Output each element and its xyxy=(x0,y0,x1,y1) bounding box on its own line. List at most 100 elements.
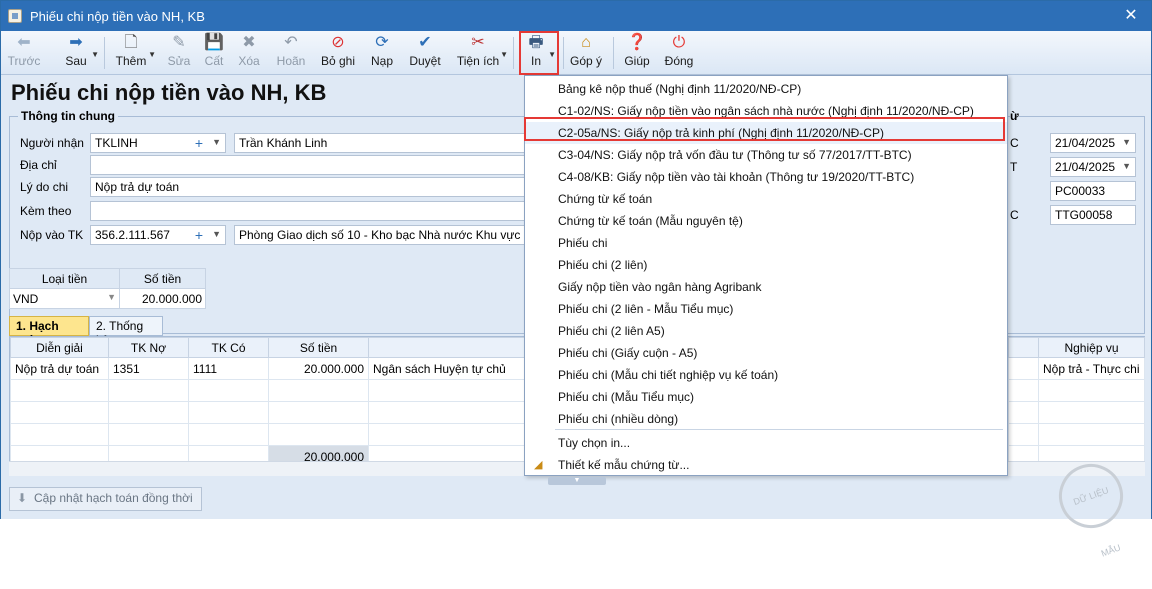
help-button[interactable]: ❓ Giúp xyxy=(623,34,651,74)
edit-icon: ✎ xyxy=(172,34,186,51)
currency-header: Loại tiền xyxy=(9,268,120,289)
close-window-icon[interactable]: ✕ xyxy=(1121,6,1141,26)
address-label: Địa chỉ xyxy=(20,158,57,172)
currency-cell[interactable]: VND ▼ xyxy=(9,288,120,309)
tab-accounting[interactable]: 1. Hạch toán xyxy=(9,316,89,347)
toolbar-separator xyxy=(563,37,564,69)
chevron-down-icon[interactable]: ▼ xyxy=(500,50,508,59)
menu-item[interactable]: Phiếu chi (nhiều dòng) xyxy=(525,408,1007,430)
column-header[interactable]: TK Nợ xyxy=(108,337,189,358)
reason-field[interactable]: Nộp trả dự toán xyxy=(90,177,530,197)
voucher-number-field[interactable]: PC00033 xyxy=(1050,181,1136,201)
feedback-button[interactable]: ⌂ Góp ý xyxy=(569,34,603,74)
chevron-down-icon[interactable]: ▼ xyxy=(148,50,156,59)
app-icon xyxy=(8,9,22,23)
menu-item[interactable]: Phiếu chi xyxy=(525,232,1007,254)
attach-label: Kèm theo xyxy=(20,204,72,218)
menu-item-print-options[interactable]: Tùy chọn in... xyxy=(525,432,1007,454)
attach-field[interactable] xyxy=(90,201,530,221)
save-button[interactable]: 💾 Cất xyxy=(201,34,227,74)
toolbar-separator xyxy=(104,37,105,69)
blank-cell[interactable] xyxy=(1008,357,1039,380)
menu-item[interactable]: Bảng kê nộp thuế (Nghị định 11/2020/NĐ-C… xyxy=(525,78,1007,100)
checkmark-icon: ✔ xyxy=(418,34,432,51)
delete-button[interactable]: ✖ Xóa xyxy=(236,34,262,74)
feedback-icon: ⌂ xyxy=(581,34,591,51)
toolbar-separator xyxy=(513,37,514,69)
menu-item[interactable]: Phiếu chi (2 liên A5) xyxy=(525,320,1007,342)
update-icon: ⬇ xyxy=(17,491,28,505)
debit-cell[interactable]: 1351 xyxy=(108,357,189,380)
menu-item[interactable]: C4-08/KB: Giấy nộp tiền vào tài khoản (T… xyxy=(525,166,1007,188)
amount-cell[interactable]: 20.000.000 xyxy=(119,288,206,309)
menu-item[interactable]: Phiếu chi (2 liên) xyxy=(525,254,1007,276)
column-header[interactable]: Diễn giải xyxy=(10,337,109,358)
chevron-down-icon[interactable]: ▼ xyxy=(1122,161,1131,171)
refresh-icon: ⟳ xyxy=(375,34,389,51)
prev-button[interactable]: ⬅ Trước xyxy=(7,34,41,74)
add-button[interactable]: 🗋 Thêm ▼ xyxy=(114,34,156,74)
next-button[interactable]: ➡ Sau ▼ xyxy=(61,34,99,74)
business-cell[interactable]: Nộp trả - Thực chi xyxy=(1038,357,1145,380)
help-icon: ❓ xyxy=(627,34,647,51)
menu-item-template-design[interactable]: ◢ Thiết kế mẫu chứng từ... xyxy=(525,454,1007,476)
power-icon: ⏻ xyxy=(672,34,686,51)
window-title: Phiếu chi nộp tiền vào NH, KB xyxy=(30,8,205,24)
receiver-row: Người nhận TKLINH + ▼ Trần Khánh Linh xyxy=(20,133,540,153)
right-label-2: T xyxy=(1010,160,1018,174)
account-combo[interactable]: 356.2.111.567 + ▼ xyxy=(90,225,226,245)
menu-item[interactable]: C3-04/NS: Giấy nộp trả vốn đầu tư (Thông… xyxy=(525,144,1007,166)
page-title: Phiếu chi nộp tiền vào NH, KB xyxy=(11,80,327,105)
menu-item[interactable]: Giấy nộp tiền vào ngân hàng Agribank xyxy=(525,276,1007,298)
amount-header: Số tiền xyxy=(119,268,206,289)
receiver-name-field[interactable]: Trần Khánh Linh xyxy=(234,133,530,153)
undo-button[interactable]: ↶ Hoãn xyxy=(274,34,308,74)
column-header[interactable] xyxy=(1008,337,1039,358)
account-label: Nộp vào TK xyxy=(20,228,84,242)
column-header[interactable]: Nghiệp vụ xyxy=(1038,337,1145,358)
right-label-4: C xyxy=(1010,208,1019,222)
address-field[interactable] xyxy=(90,155,530,175)
bank-field[interactable]: Phòng Giao dịch số 10 - Kho bạc Nhà nước… xyxy=(234,225,530,245)
receiver-code-combo[interactable]: TKLINH + ▼ xyxy=(90,133,226,153)
menu-item[interactable]: Chứng từ kế toán xyxy=(525,188,1007,210)
chevron-down-icon[interactable]: ▼ xyxy=(212,137,221,147)
menu-item[interactable]: Chứng từ kế toán (Mẫu nguyên tệ) xyxy=(525,210,1007,232)
reason-row: Lý do chi Nộp trả dự toán xyxy=(20,177,540,197)
amount-cell[interactable]: 20.000.000 xyxy=(268,357,369,380)
approve-button[interactable]: ✔ Duyệt xyxy=(407,34,443,74)
design-icon: ◢ xyxy=(534,459,543,471)
plus-icon[interactable]: + xyxy=(195,135,203,151)
close-button[interactable]: ⏻ Đóng xyxy=(663,34,695,74)
plus-icon[interactable]: + xyxy=(195,227,203,243)
menu-item[interactable]: Phiếu chi (Giấy cuộn - A5) xyxy=(525,342,1007,364)
credit-cell[interactable]: 1111 xyxy=(188,357,269,380)
menu-item[interactable]: Phiếu chi (Mẫu Tiểu mục) xyxy=(525,386,1007,408)
unpost-button[interactable]: ⊘ Bỏ ghi xyxy=(319,34,357,74)
chevron-down-icon[interactable]: ▼ xyxy=(212,229,221,239)
tab-statistics[interactable]: 2. Thống kê xyxy=(89,316,163,347)
chevron-down-icon[interactable]: ▼ xyxy=(107,292,116,302)
desc-cell[interactable]: Nộp trả dự toán xyxy=(10,357,109,380)
chevron-down-icon[interactable]: ▼ xyxy=(91,50,99,59)
update-accounting-button[interactable]: ⬇ Cập nhật hạch toán đồng thời xyxy=(9,487,202,511)
right-section-title: ừ xyxy=(1010,109,1019,123)
menu-scroll-down[interactable]: ▼ xyxy=(548,477,606,485)
unpost-icon: ⊘ xyxy=(331,34,345,51)
date-field-1[interactable]: 21/04/2025 ▼ xyxy=(1050,133,1136,153)
utilities-button[interactable]: ✂ Tiện ích ▼ xyxy=(456,34,508,74)
column-header[interactable]: TK Có xyxy=(188,337,269,358)
reload-button[interactable]: ⟳ Nạp xyxy=(368,34,396,74)
column-header[interactable]: Số tiền xyxy=(268,337,369,358)
menu-item[interactable]: Phiếu chi (Mẫu chi tiết nghiệp vụ kế toá… xyxy=(525,364,1007,386)
receiver-label: Người nhận xyxy=(20,136,84,150)
menu-item[interactable]: Phiếu chi (2 liên - Mẫu Tiểu mục) xyxy=(525,298,1007,320)
save-icon: 💾 xyxy=(204,34,224,51)
date-field-2[interactable]: 21/04/2025 ▼ xyxy=(1050,157,1136,177)
toolbar: ⬅ Trước ➡ Sau ▼ 🗋 Thêm ▼ ✎ Sửa 💾 Cất ✖ X… xyxy=(1,31,1151,75)
edit-button[interactable]: ✎ Sửa xyxy=(166,34,192,74)
arrow-left-icon: ⬅ xyxy=(17,34,31,51)
reason-label: Lý do chi xyxy=(20,180,69,194)
chevron-down-icon[interactable]: ▼ xyxy=(1122,137,1131,147)
reference-number-field[interactable]: TTG00058 xyxy=(1050,205,1136,225)
